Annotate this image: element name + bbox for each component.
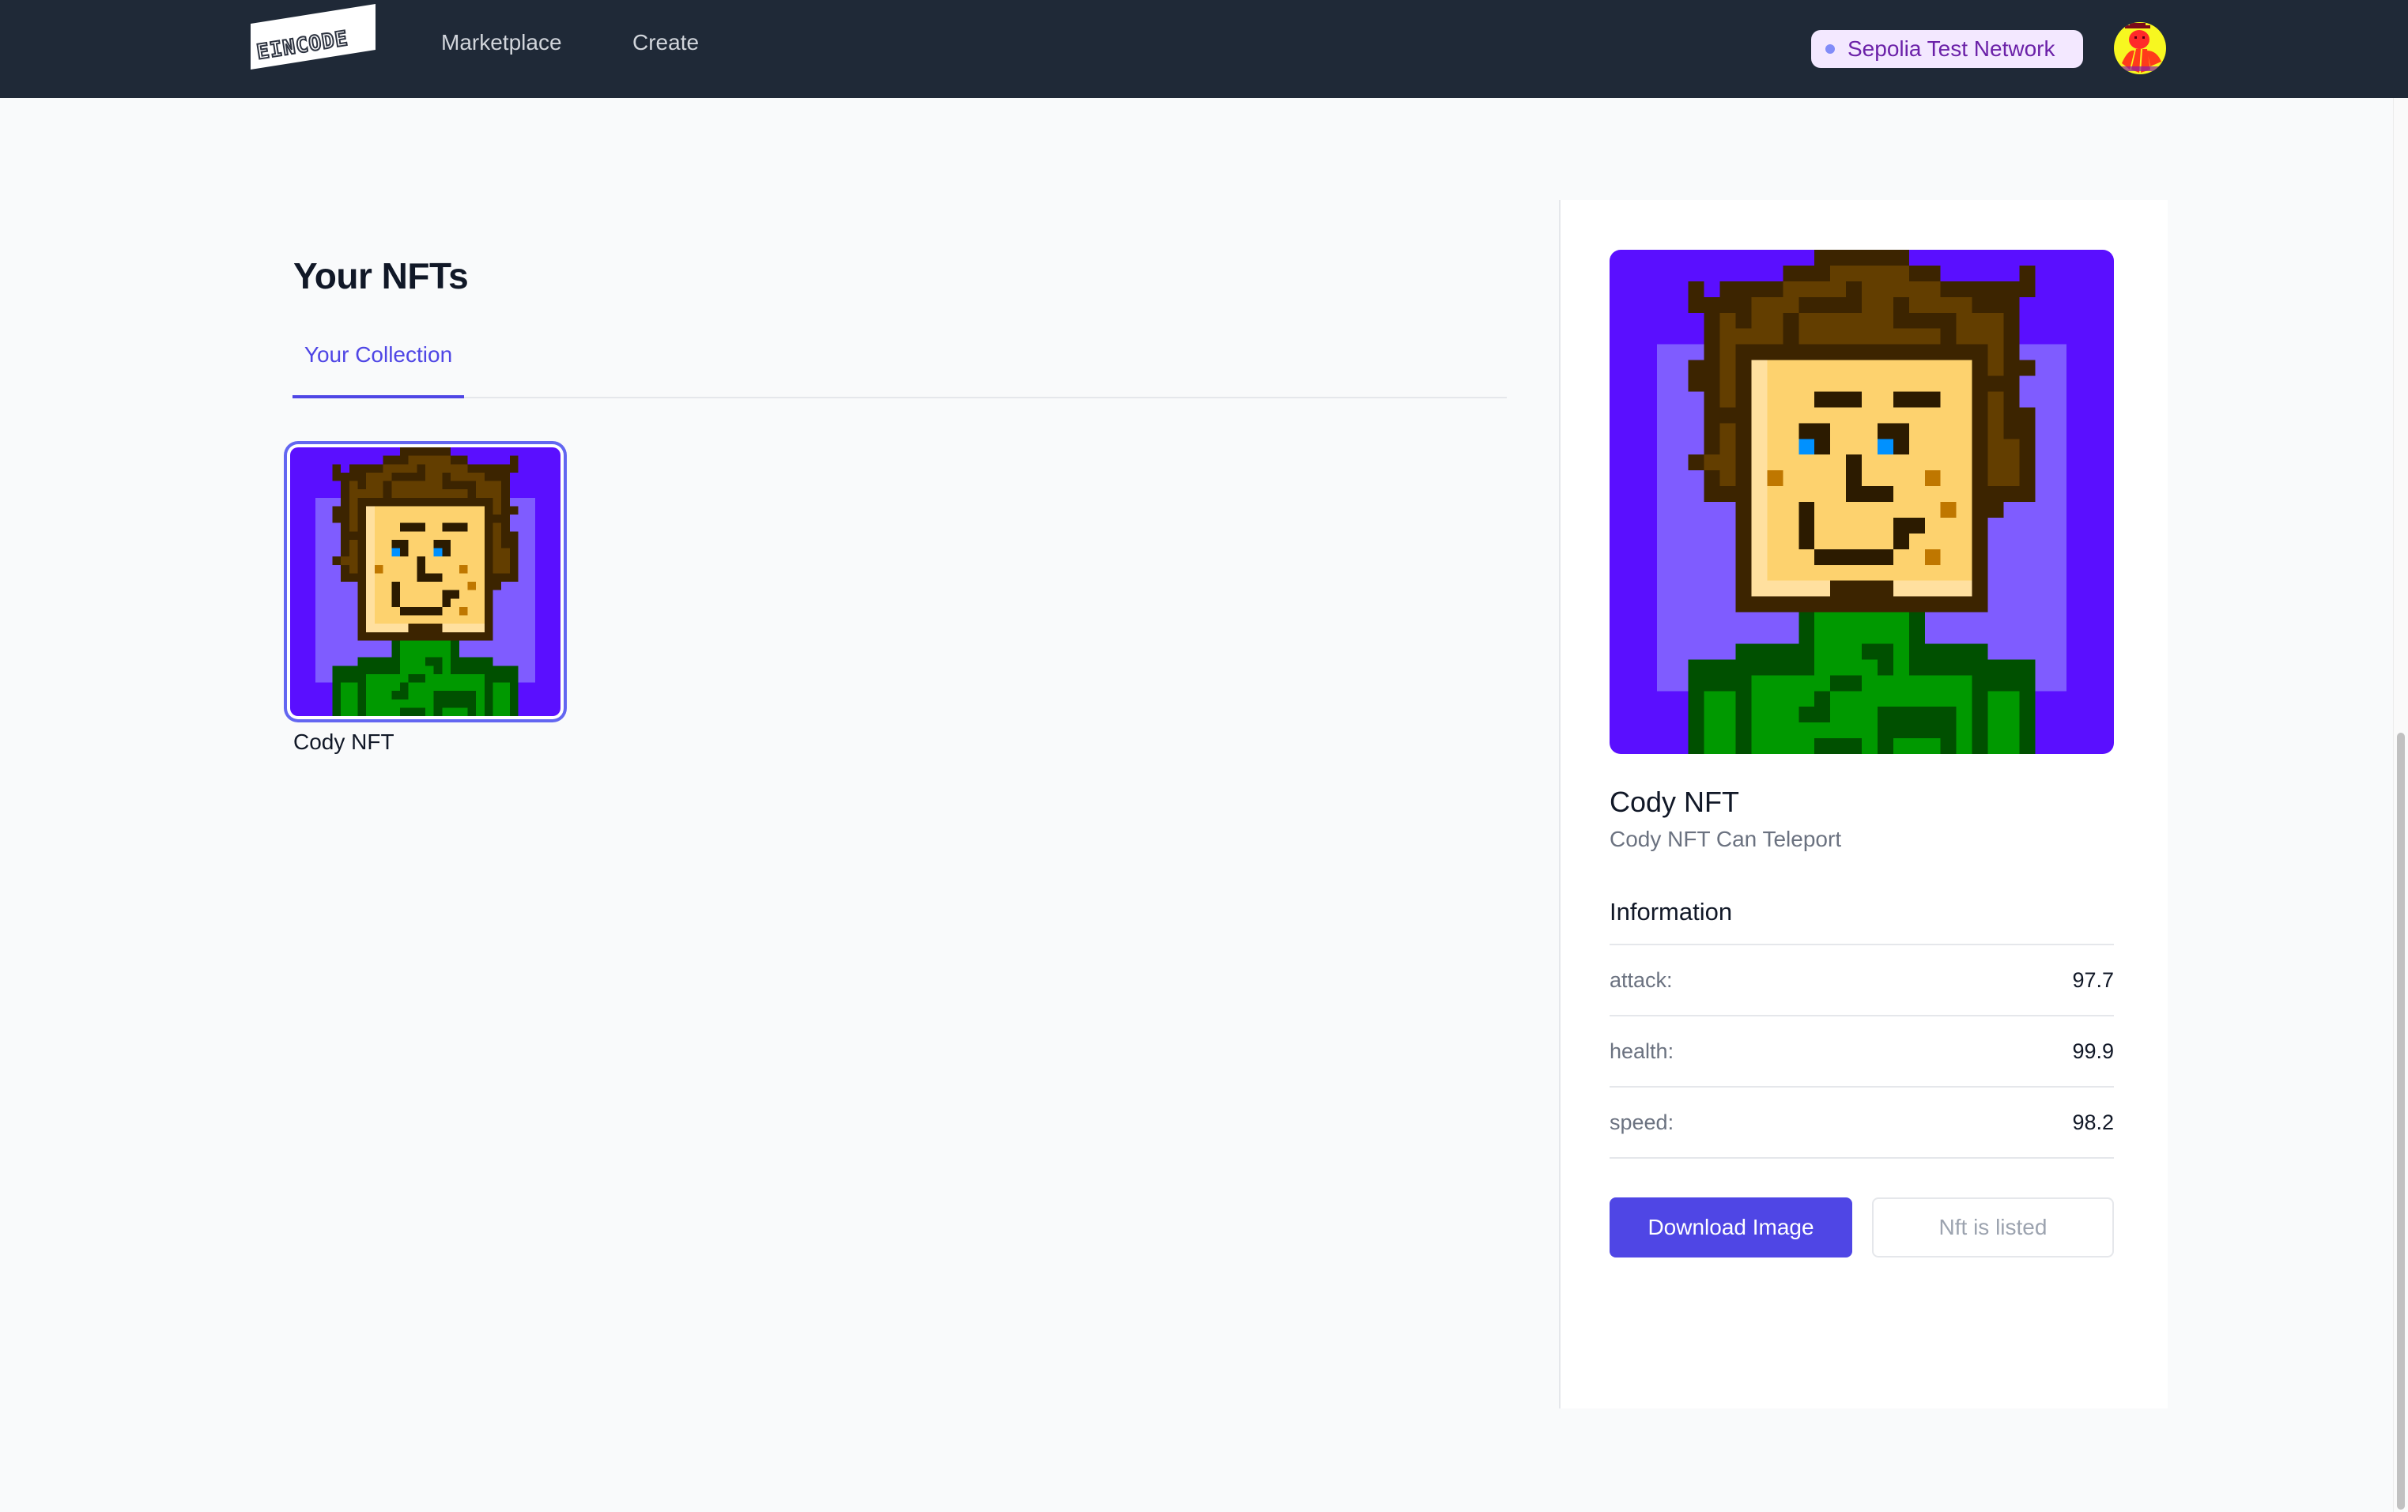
network-status-dot-icon — [1825, 44, 1835, 54]
nav-link-create[interactable]: Create — [632, 30, 699, 55]
eincode-logo[interactable]: EINCODE — [251, 3, 376, 70]
tab-label: Your Collection — [304, 342, 453, 367]
nft-detail-description: Cody NFT Can Teleport — [1610, 827, 1842, 851]
attribute-key: health: — [1610, 1039, 1674, 1063]
page-title: Your NFTs — [293, 255, 469, 296]
attribute-key: attack: — [1610, 967, 1673, 992]
tabs-divider — [293, 397, 1507, 398]
attribute-row-attack: attack: 97.7 — [1610, 944, 2114, 1015]
attribute-row-health: health: 99.9 — [1610, 1015, 2114, 1086]
nft-card-name[interactable]: Cody NFT — [293, 730, 394, 755]
nft-detail-image — [1610, 250, 2114, 754]
nft-card-thumbnail[interactable] — [287, 444, 564, 719]
attribute-row-speed: speed: 98.2 — [1610, 1086, 2114, 1157]
scrollbar-thumb[interactable] — [2397, 733, 2405, 1510]
attribute-value: 97.7 — [2072, 967, 2114, 992]
tab-your-collection[interactable]: Your Collection — [293, 340, 464, 398]
octopus-avatar-icon — [2120, 23, 2161, 73]
information-heading: Information — [1610, 898, 1733, 926]
network-label: Sepolia Test Network — [1848, 36, 2055, 61]
nft-detail-name: Cody NFT — [1610, 786, 1740, 818]
attributes-divider — [1610, 1157, 2114, 1159]
attribute-key: speed: — [1610, 1110, 1674, 1134]
nft-image-large — [1610, 250, 2114, 754]
nav-link-marketplace[interactable]: Marketplace — [441, 30, 562, 55]
attribute-value: 98.2 — [2072, 1110, 2114, 1134]
top-navbar: EINCODE Marketplace Create Sepolia Test … — [0, 0, 2408, 98]
nft-image — [290, 447, 560, 716]
attribute-value: 99.9 — [2072, 1039, 2114, 1063]
download-image-button[interactable]: Download Image — [1610, 1197, 1852, 1257]
page-scrollbar[interactable] — [2393, 98, 2408, 1512]
user-avatar[interactable] — [2114, 22, 2166, 74]
nft-listed-button[interactable]: Nft is listed — [1872, 1197, 2114, 1257]
network-badge: Sepolia Test Network — [1811, 30, 2083, 68]
